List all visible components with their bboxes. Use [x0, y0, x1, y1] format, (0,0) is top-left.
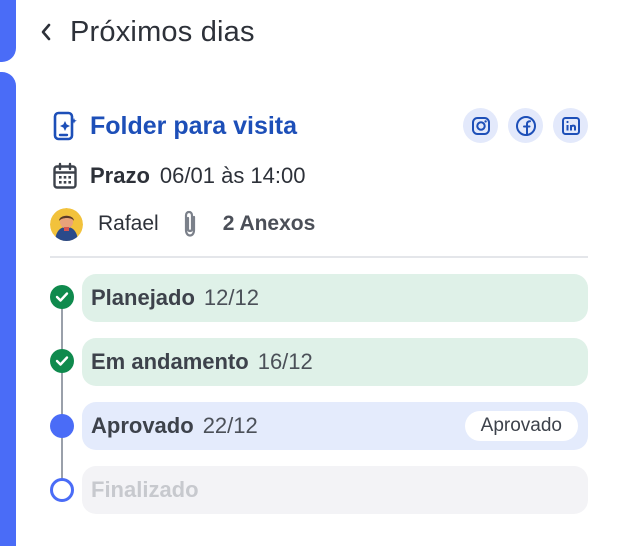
timeline-step-aprovado[interactable]: Aprovado 22/12 Aprovado — [82, 402, 588, 450]
page-header: Próximos dias — [34, 12, 255, 52]
step-name: Planejado — [91, 285, 195, 310]
chevron-left-icon — [41, 23, 51, 41]
due-value: 06/01 às 14:00 — [159, 163, 306, 188]
step-date: 16/12 — [257, 349, 313, 374]
mobile-sparkle-icon — [52, 111, 78, 141]
due-label: Prazo — [90, 163, 150, 188]
header-accent-bar — [0, 0, 16, 62]
divider — [50, 256, 588, 258]
step-date: 12/12 — [203, 285, 259, 310]
status-badge: Aprovado — [464, 411, 578, 441]
facebook-icon[interactable] — [508, 108, 543, 143]
timeline-step-finalizado[interactable]: Finalizado — [82, 466, 588, 514]
task-title[interactable]: Folder para visita — [90, 112, 297, 141]
task-meta-row: Rafael 2 Anexos — [50, 206, 315, 242]
step-name: Em andamento — [91, 349, 249, 374]
step-done-icon — [50, 349, 74, 373]
step-done-icon — [50, 285, 74, 309]
step-active-dot — [50, 414, 74, 438]
linkedin-icon[interactable] — [553, 108, 588, 143]
paperclip-icon — [184, 210, 195, 237]
due-date-row: Prazo 06/01 às 14:00 — [52, 160, 306, 192]
avatar[interactable] — [50, 207, 83, 241]
page-title: Próximos dias — [70, 15, 255, 48]
social-links — [463, 108, 588, 143]
timeline-step-em-andamento[interactable]: Em andamento 16/12 — [82, 338, 588, 386]
back-button[interactable] — [34, 20, 58, 44]
attachments-count[interactable]: 2 Anexos — [223, 212, 316, 236]
task-card[interactable]: Folder para visita Prazo 06/01 às 14:00 — [0, 72, 620, 546]
step-name: Finalizado — [91, 477, 199, 502]
card-accent-bar — [0, 72, 16, 546]
calendar-icon — [53, 162, 77, 189]
instagram-icon[interactable] — [463, 108, 498, 143]
timeline-line — [61, 298, 63, 492]
timeline-step-planejado[interactable]: Planejado 12/12 — [82, 274, 588, 322]
step-date: 22/12 — [202, 413, 258, 438]
step-pending-dot — [50, 478, 74, 502]
assignee-name: Rafael — [98, 212, 159, 235]
step-name: Aprovado — [91, 413, 194, 438]
task-title-row: Folder para visita — [52, 108, 588, 144]
